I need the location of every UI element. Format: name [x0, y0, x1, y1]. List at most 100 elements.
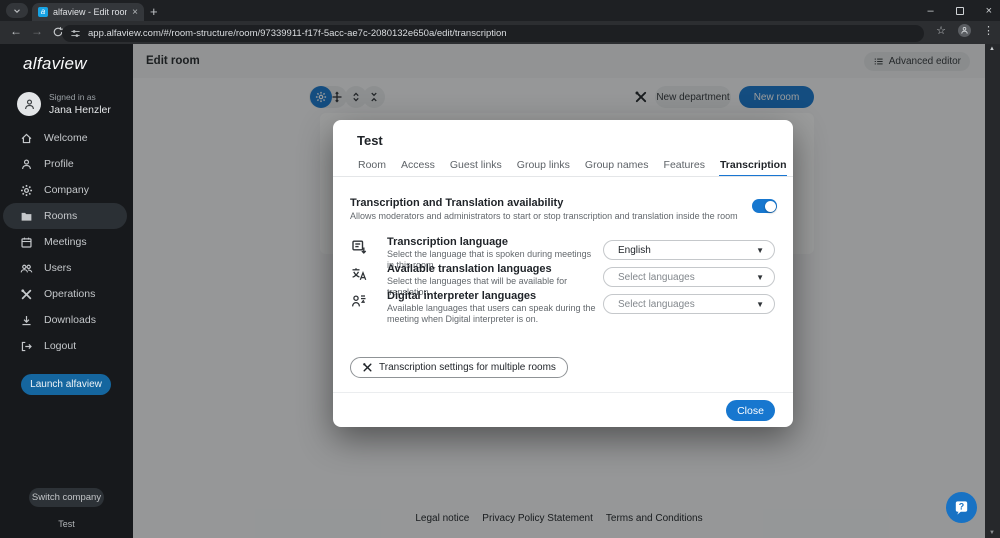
sidebar-item-rooms[interactable]: Rooms [3, 203, 127, 229]
help-bubble-icon [952, 498, 971, 517]
tabs-divider [333, 176, 793, 177]
download-icon [20, 314, 33, 327]
minimize-button[interactable]: – [927, 5, 933, 17]
tools-icon [20, 288, 33, 301]
translate-icon [351, 266, 367, 282]
scroll-down-arrow[interactable]: ▼ [989, 530, 995, 536]
tab-transcription[interactable]: Transcription [718, 156, 788, 177]
url-text: app.alfaview.com/#/room-structure/room/9… [88, 28, 507, 39]
scroll-up-arrow[interactable]: ▲ [989, 46, 995, 52]
interpreter-icon [351, 293, 367, 309]
sidebar-item-label: Operations [44, 288, 96, 300]
toggle-knob [764, 200, 776, 212]
tab-group-links[interactable]: Group links [516, 156, 571, 177]
user-name: Jana Henzler [49, 104, 111, 116]
placeholder-value: Select languages [618, 271, 695, 283]
calendar-icon [20, 236, 33, 249]
sidebar-item-label: Profile [44, 158, 74, 170]
sidebar-item-downloads[interactable]: Downloads [0, 307, 133, 333]
footer-divider [333, 392, 793, 393]
sidebar-item-operations[interactable]: Operations [0, 281, 133, 307]
browser-profile-icon[interactable] [958, 24, 971, 37]
tab-group-names[interactable]: Group names [584, 156, 650, 177]
forward-button[interactable]: → [31, 24, 43, 38]
placeholder-value: Select languages [618, 298, 695, 310]
sidebar-item-label: Company [44, 184, 89, 196]
window-controls: – × [927, 0, 992, 21]
sidebar-item-label: Logout [44, 340, 77, 352]
signed-in-as-label: Signed in as [49, 92, 96, 102]
sidebar-item-logout[interactable]: Logout [0, 333, 133, 359]
multi-rooms-settings-button[interactable]: Transcription settings for multiple room… [350, 357, 568, 378]
transcription-language-select[interactable]: English ▼ [603, 240, 775, 260]
address-bar[interactable]: app.alfaview.com/#/room-structure/room/9… [62, 25, 924, 42]
sidebar-item-profile[interactable]: Profile [0, 151, 133, 177]
dialog-title: Test [357, 133, 383, 148]
window-close-button[interactable]: × [986, 5, 992, 17]
crossed-tools-icon [362, 362, 373, 373]
browser-menu-icon[interactable]: ⋮ [983, 24, 994, 37]
availability-toggle[interactable] [752, 199, 777, 213]
chevron-down-icon: ▼ [756, 272, 764, 282]
tab-room[interactable]: Room [357, 156, 387, 177]
tab-features[interactable]: Features [663, 156, 706, 177]
user-avatar [17, 92, 41, 116]
sidebar-item-label: Downloads [44, 314, 96, 326]
maximize-button[interactable] [955, 6, 964, 15]
setting-title: Transcription language [387, 236, 509, 248]
signed-in-user: Signed in as Jana Henzler [17, 92, 111, 116]
translation-languages-select[interactable]: Select languages ▼ [603, 267, 775, 287]
company-name: Test [58, 519, 75, 529]
folder-icon [20, 210, 33, 223]
tab-close-icon[interactable]: × [132, 7, 138, 18]
transcription-language-icon [351, 239, 367, 255]
back-button[interactable]: ← [10, 24, 22, 38]
chevron-down-icon [12, 6, 22, 16]
sidebar-item-company[interactable]: Company [0, 177, 133, 203]
sidebar-item-label: Rooms [44, 210, 78, 222]
person-icon [23, 98, 36, 111]
setting-title: Available translation languages [387, 263, 552, 275]
sidebar-item-label: Users [44, 262, 72, 274]
alfaview-logo: alfaview [23, 54, 87, 73]
browser-actions: ☆ ⋮ [936, 24, 994, 37]
switch-company-button[interactable]: Switch company [29, 488, 104, 507]
tab-access[interactable]: Access [400, 156, 436, 177]
sidebar-item-label: Meetings [44, 236, 87, 248]
interpreter-languages-select[interactable]: Select languages ▼ [603, 294, 775, 314]
multi-rooms-label: Transcription settings for multiple room… [379, 362, 556, 373]
person-icon [20, 158, 33, 171]
tab-guest-links[interactable]: Guest links [449, 156, 503, 177]
sidebar: alfaview Signed in as Jana Henzler Welco… [0, 44, 133, 538]
tab-search-button[interactable] [6, 3, 28, 18]
edit-room-dialog: Test Room Access Guest links Group links… [333, 120, 793, 427]
home-icon [20, 132, 33, 145]
sidebar-item-welcome[interactable]: Welcome [0, 125, 133, 151]
page-scrollbar[interactable]: ▲ ▼ [985, 44, 1000, 538]
logout-icon [20, 340, 33, 353]
sidebar-item-label: Welcome [44, 132, 88, 144]
launch-alfaview-button[interactable]: Launch alfaview [21, 374, 111, 395]
sidebar-menu: Welcome Profile Company Rooms Meetings U… [0, 125, 133, 359]
browser-tab[interactable]: a alfaview - Edit room × [32, 3, 144, 21]
sidebar-item-users[interactable]: Users [0, 255, 133, 281]
tab-title: alfaview - Edit room [53, 7, 128, 17]
bookmark-star-icon[interactable]: ☆ [936, 24, 946, 37]
site-settings-icon[interactable] [70, 28, 81, 39]
close-button[interactable]: Close [726, 400, 775, 421]
gear-icon [20, 184, 33, 197]
setting-title: Digital interpreter languages [387, 290, 537, 302]
help-chat-button[interactable] [946, 492, 977, 523]
selected-value: English [618, 244, 651, 256]
browser-tab-strip: a alfaview - Edit room × + – × [0, 0, 1000, 21]
users-icon [20, 262, 33, 275]
dialog-tabs: Room Access Guest links Group links Grou… [357, 156, 788, 177]
availability-description: Allows moderators and administrators to … [350, 211, 738, 221]
setting-description: Available languages that users can speak… [387, 303, 596, 324]
chevron-down-icon: ▼ [756, 245, 764, 255]
new-tab-button[interactable]: + [150, 4, 158, 19]
alfaview-favicon: a [38, 7, 48, 17]
sidebar-item-meetings[interactable]: Meetings [0, 229, 133, 255]
screen: a alfaview - Edit room × + – × ← → app.a… [0, 0, 1000, 538]
availability-title: Transcription and Translation availabili… [350, 197, 564, 209]
